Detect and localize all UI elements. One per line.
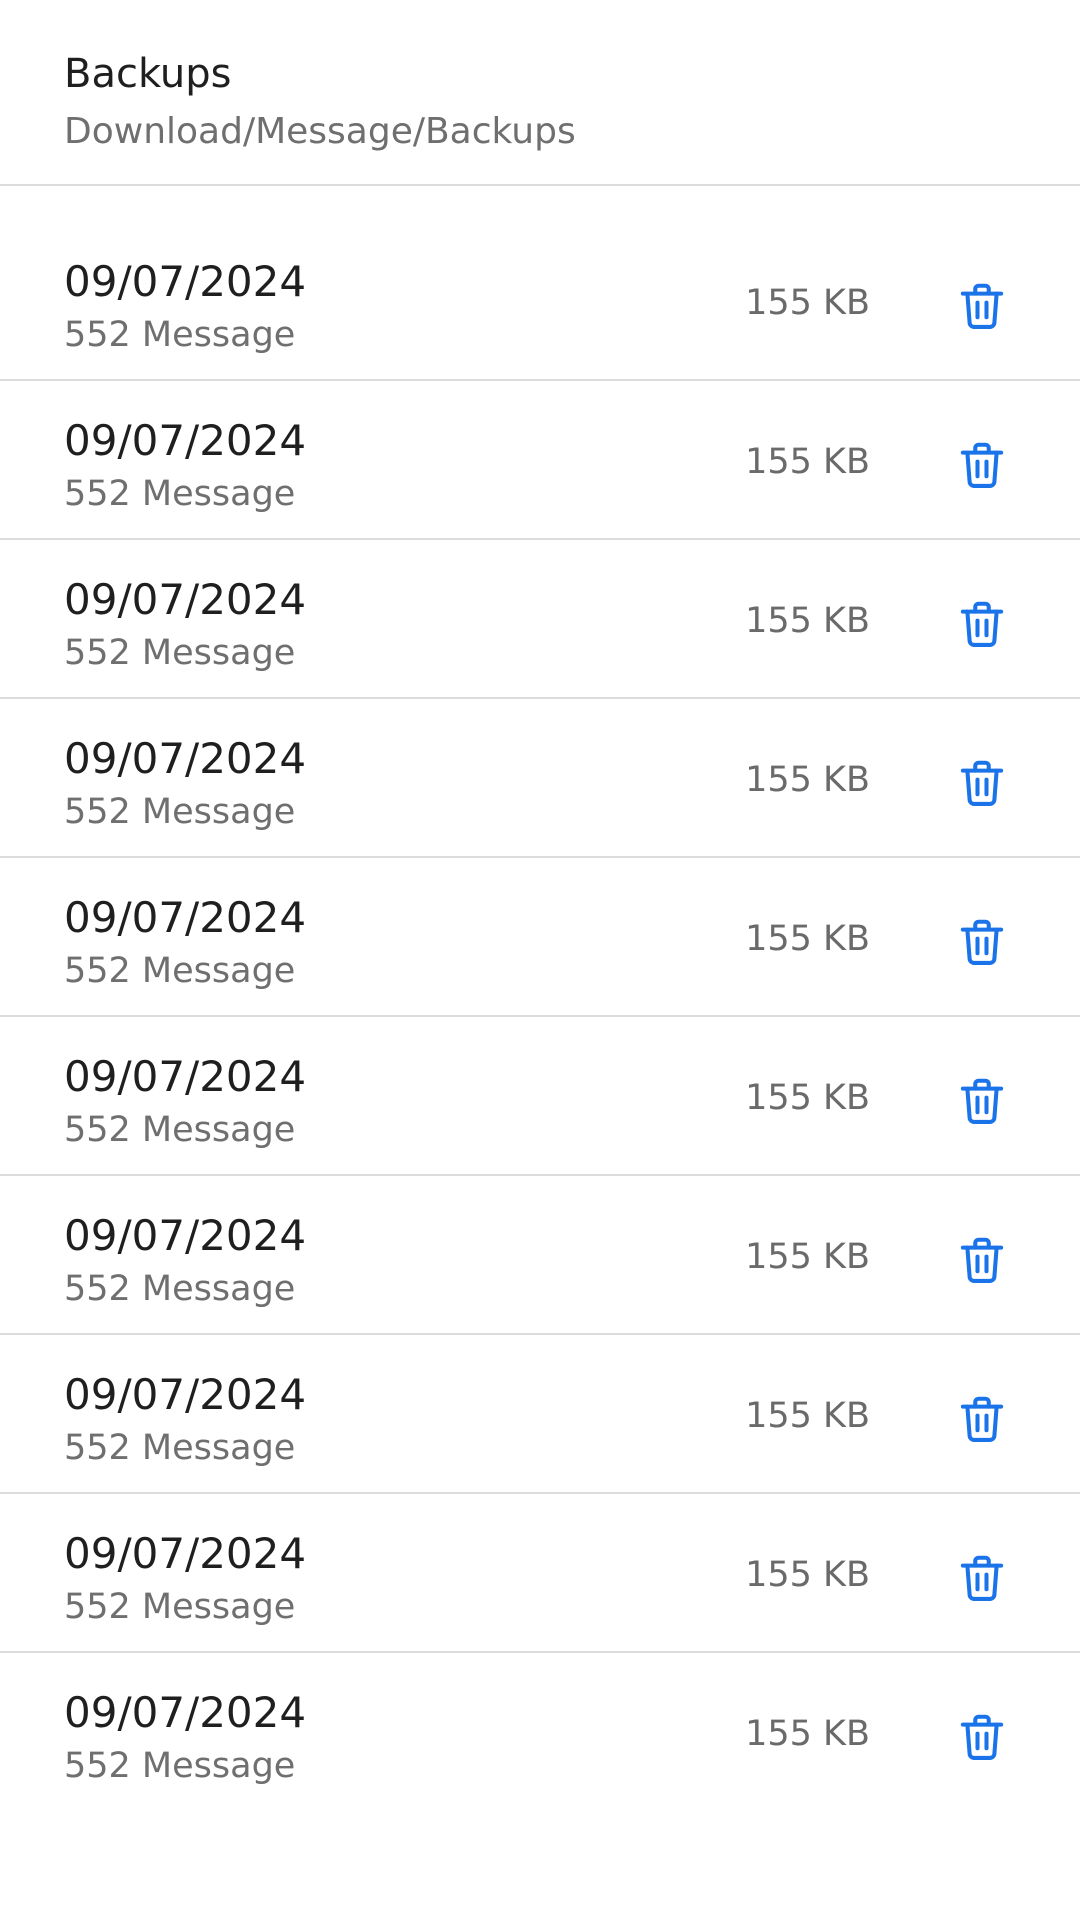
trash-icon [955, 438, 1009, 492]
backup-date: 09/07/2024 [64, 1370, 307, 1419]
backup-size: 155 KB [745, 283, 870, 323]
delete-button[interactable] [952, 753, 1012, 813]
delete-button[interactable] [952, 435, 1012, 495]
backup-row[interactable]: 09/07/2024 552 Message 155 KB [0, 222, 1080, 381]
backup-row[interactable]: 09/07/2024 552 Message 155 KB [0, 1653, 1080, 1812]
backup-row[interactable]: 09/07/2024 552 Message 155 KB [0, 1176, 1080, 1335]
backup-size: 155 KB [745, 1714, 870, 1754]
backup-date: 09/07/2024 [64, 257, 307, 306]
trash-icon [955, 756, 1009, 810]
backup-message-count: 552 Message [64, 1746, 296, 1786]
header: Backups Download/Message/Backups [0, 0, 1080, 186]
page-title: Backups [64, 51, 232, 97]
backup-message-count: 552 Message [64, 1428, 296, 1468]
backup-date: 09/07/2024 [64, 575, 307, 624]
delete-button[interactable] [952, 1548, 1012, 1608]
trash-icon [955, 597, 1009, 651]
backup-size: 155 KB [745, 919, 870, 959]
backup-message-count: 552 Message [64, 1587, 296, 1627]
trash-icon [955, 1074, 1009, 1128]
backup-size: 155 KB [745, 442, 870, 482]
backup-size: 155 KB [745, 1555, 870, 1595]
backup-size: 155 KB [745, 601, 870, 641]
backup-path: Download/Message/Backups [64, 111, 576, 152]
backup-row[interactable]: 09/07/2024 552 Message 155 KB [0, 699, 1080, 858]
backup-date: 09/07/2024 [64, 734, 307, 783]
backup-message-count: 552 Message [64, 315, 296, 355]
backup-date: 09/07/2024 [64, 1052, 307, 1101]
backup-message-count: 552 Message [64, 1269, 296, 1309]
backup-size: 155 KB [745, 1237, 870, 1277]
backup-row[interactable]: 09/07/2024 552 Message 155 KB [0, 1494, 1080, 1653]
trash-icon [955, 279, 1009, 333]
delete-button[interactable] [952, 276, 1012, 336]
backup-size: 155 KB [745, 760, 870, 800]
backup-list: 09/07/2024 552 Message 155 KB 09/07/2024… [0, 222, 1080, 1812]
trash-icon [955, 1392, 1009, 1446]
backup-message-count: 552 Message [64, 1110, 296, 1150]
backup-date: 09/07/2024 [64, 893, 307, 942]
backup-message-count: 552 Message [64, 633, 296, 673]
backup-row[interactable]: 09/07/2024 552 Message 155 KB [0, 1335, 1080, 1494]
backup-size: 155 KB [745, 1396, 870, 1436]
backup-row[interactable]: 09/07/2024 552 Message 155 KB [0, 540, 1080, 699]
delete-button[interactable] [952, 1707, 1012, 1767]
delete-button[interactable] [952, 1389, 1012, 1449]
delete-button[interactable] [952, 594, 1012, 654]
trash-icon [955, 1551, 1009, 1605]
backup-message-count: 552 Message [64, 792, 296, 832]
backup-date: 09/07/2024 [64, 416, 307, 465]
backup-message-count: 552 Message [64, 951, 296, 991]
backup-message-count: 552 Message [64, 474, 296, 514]
delete-button[interactable] [952, 1230, 1012, 1290]
backup-row[interactable]: 09/07/2024 552 Message 155 KB [0, 381, 1080, 540]
delete-button[interactable] [952, 912, 1012, 972]
backup-date: 09/07/2024 [64, 1688, 307, 1737]
backup-row[interactable]: 09/07/2024 552 Message 155 KB [0, 858, 1080, 1017]
trash-icon [955, 1710, 1009, 1764]
backup-date: 09/07/2024 [64, 1211, 307, 1260]
backup-size: 155 KB [745, 1078, 870, 1118]
backup-row[interactable]: 09/07/2024 552 Message 155 KB [0, 1017, 1080, 1176]
backup-date: 09/07/2024 [64, 1529, 307, 1578]
delete-button[interactable] [952, 1071, 1012, 1131]
trash-icon [955, 1233, 1009, 1287]
trash-icon [955, 915, 1009, 969]
